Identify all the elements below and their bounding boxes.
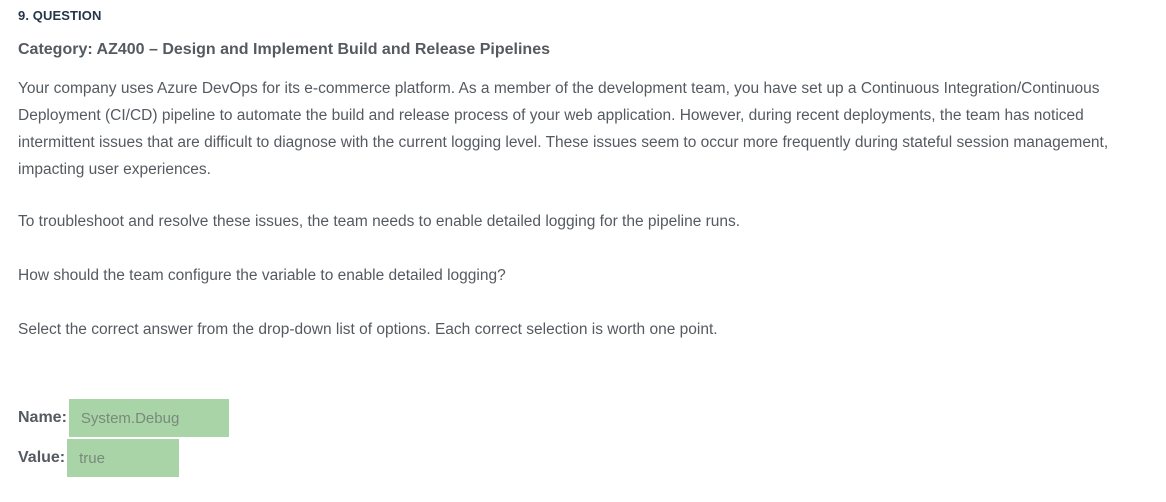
question-prompt-text: How should the team configure the variab… bbox=[18, 267, 506, 284]
name-label: Name: bbox=[18, 409, 67, 426]
value-label: Value: bbox=[18, 449, 66, 466]
answer-row-name: Name: System.Debug bbox=[18, 399, 229, 437]
question-instructions-text: Select the correct answer from the drop-… bbox=[18, 321, 718, 338]
value-dropdown[interactable]: true bbox=[67, 439, 180, 477]
value-dropdown-value: true bbox=[79, 449, 105, 467]
answer-row-value: Value: true bbox=[18, 439, 180, 477]
question-category: Category: AZ400 – Design and Implement B… bbox=[18, 41, 550, 58]
name-dropdown[interactable]: System.Debug bbox=[68, 399, 229, 437]
question-number: 9. QUESTION bbox=[18, 8, 102, 23]
question-requirement-text: To troubleshoot and resolve these issues… bbox=[18, 213, 741, 230]
question-scenario-text: Your company uses Azure DevOps for its e… bbox=[18, 80, 1109, 178]
name-dropdown-value: System.Debug bbox=[80, 409, 180, 427]
